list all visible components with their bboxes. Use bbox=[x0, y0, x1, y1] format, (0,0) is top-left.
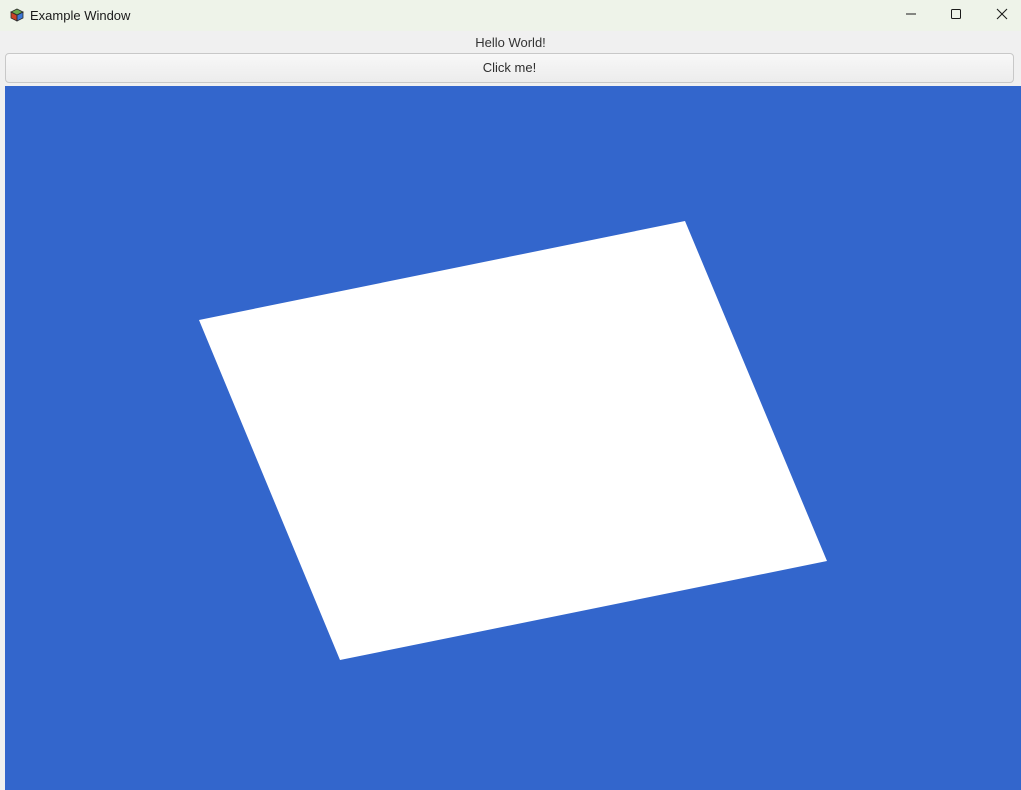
title-bar[interactable]: Example Window bbox=[0, 0, 1021, 31]
close-icon bbox=[996, 7, 1008, 25]
white-quad-shape bbox=[199, 221, 827, 660]
close-button[interactable] bbox=[979, 0, 1021, 31]
app-window: Example Window Hello World! Click me! bbox=[0, 0, 1021, 790]
maximize-button[interactable] bbox=[933, 0, 979, 31]
window-title: Example Window bbox=[30, 8, 131, 23]
hello-label: Hello World! bbox=[475, 35, 546, 50]
minimize-button[interactable] bbox=[888, 0, 934, 31]
maximize-icon bbox=[950, 7, 962, 25]
cube-icon bbox=[10, 8, 24, 22]
minimize-icon bbox=[905, 7, 917, 25]
render-canvas[interactable] bbox=[5, 86, 1021, 790]
click-me-button[interactable]: Click me! bbox=[5, 53, 1014, 83]
